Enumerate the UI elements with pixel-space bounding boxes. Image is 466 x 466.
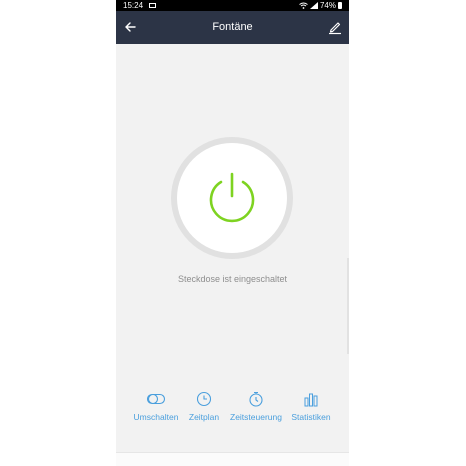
power-toggle-button[interactable] — [171, 137, 293, 259]
toggle-icon — [146, 393, 166, 405]
battery-percent: 74% — [319, 1, 336, 10]
arrow-left-icon[interactable] — [122, 19, 138, 35]
bottom-nav: Umschalten Zeitplan Zeitsteuerung Statis… — [116, 391, 349, 427]
status-indicators: 74% — [299, 0, 342, 11]
bar-chart-icon — [304, 393, 318, 407]
signal-icon — [309, 2, 318, 9]
page-title: Fontäne — [212, 21, 253, 33]
nav-label: Statistiken — [291, 412, 331, 422]
nav-item-statistiken[interactable]: Statistiken — [283, 391, 339, 422]
app-screen: 15:24 74% Fontäne Steckdose ist eingesch… — [116, 0, 349, 466]
status-time: 15:24 — [123, 1, 144, 10]
power-icon — [209, 172, 255, 223]
device-state-text: Steckdose ist eingeschaltet — [177, 274, 288, 284]
nav-label: Zeitsteuerung — [230, 412, 282, 422]
wifi-icon — [299, 2, 308, 9]
nav-item-zeitplan[interactable]: Zeitplan — [176, 391, 232, 422]
edge-panel-handle[interactable] — [347, 258, 349, 354]
image-notification-icon — [149, 3, 156, 8]
status-bar: 15:24 74% — [116, 0, 349, 11]
pencil-icon[interactable] — [327, 19, 343, 35]
app-header: Fontäne — [116, 11, 349, 44]
bottom-bar — [116, 452, 349, 466]
battery-icon — [338, 2, 342, 9]
power-button-face — [177, 143, 287, 253]
nav-label: Zeitplan — [188, 412, 220, 422]
clock-icon — [196, 391, 212, 407]
timer-icon — [249, 391, 263, 407]
nav-item-zeitsteuerung[interactable]: Zeitsteuerung — [228, 391, 284, 422]
